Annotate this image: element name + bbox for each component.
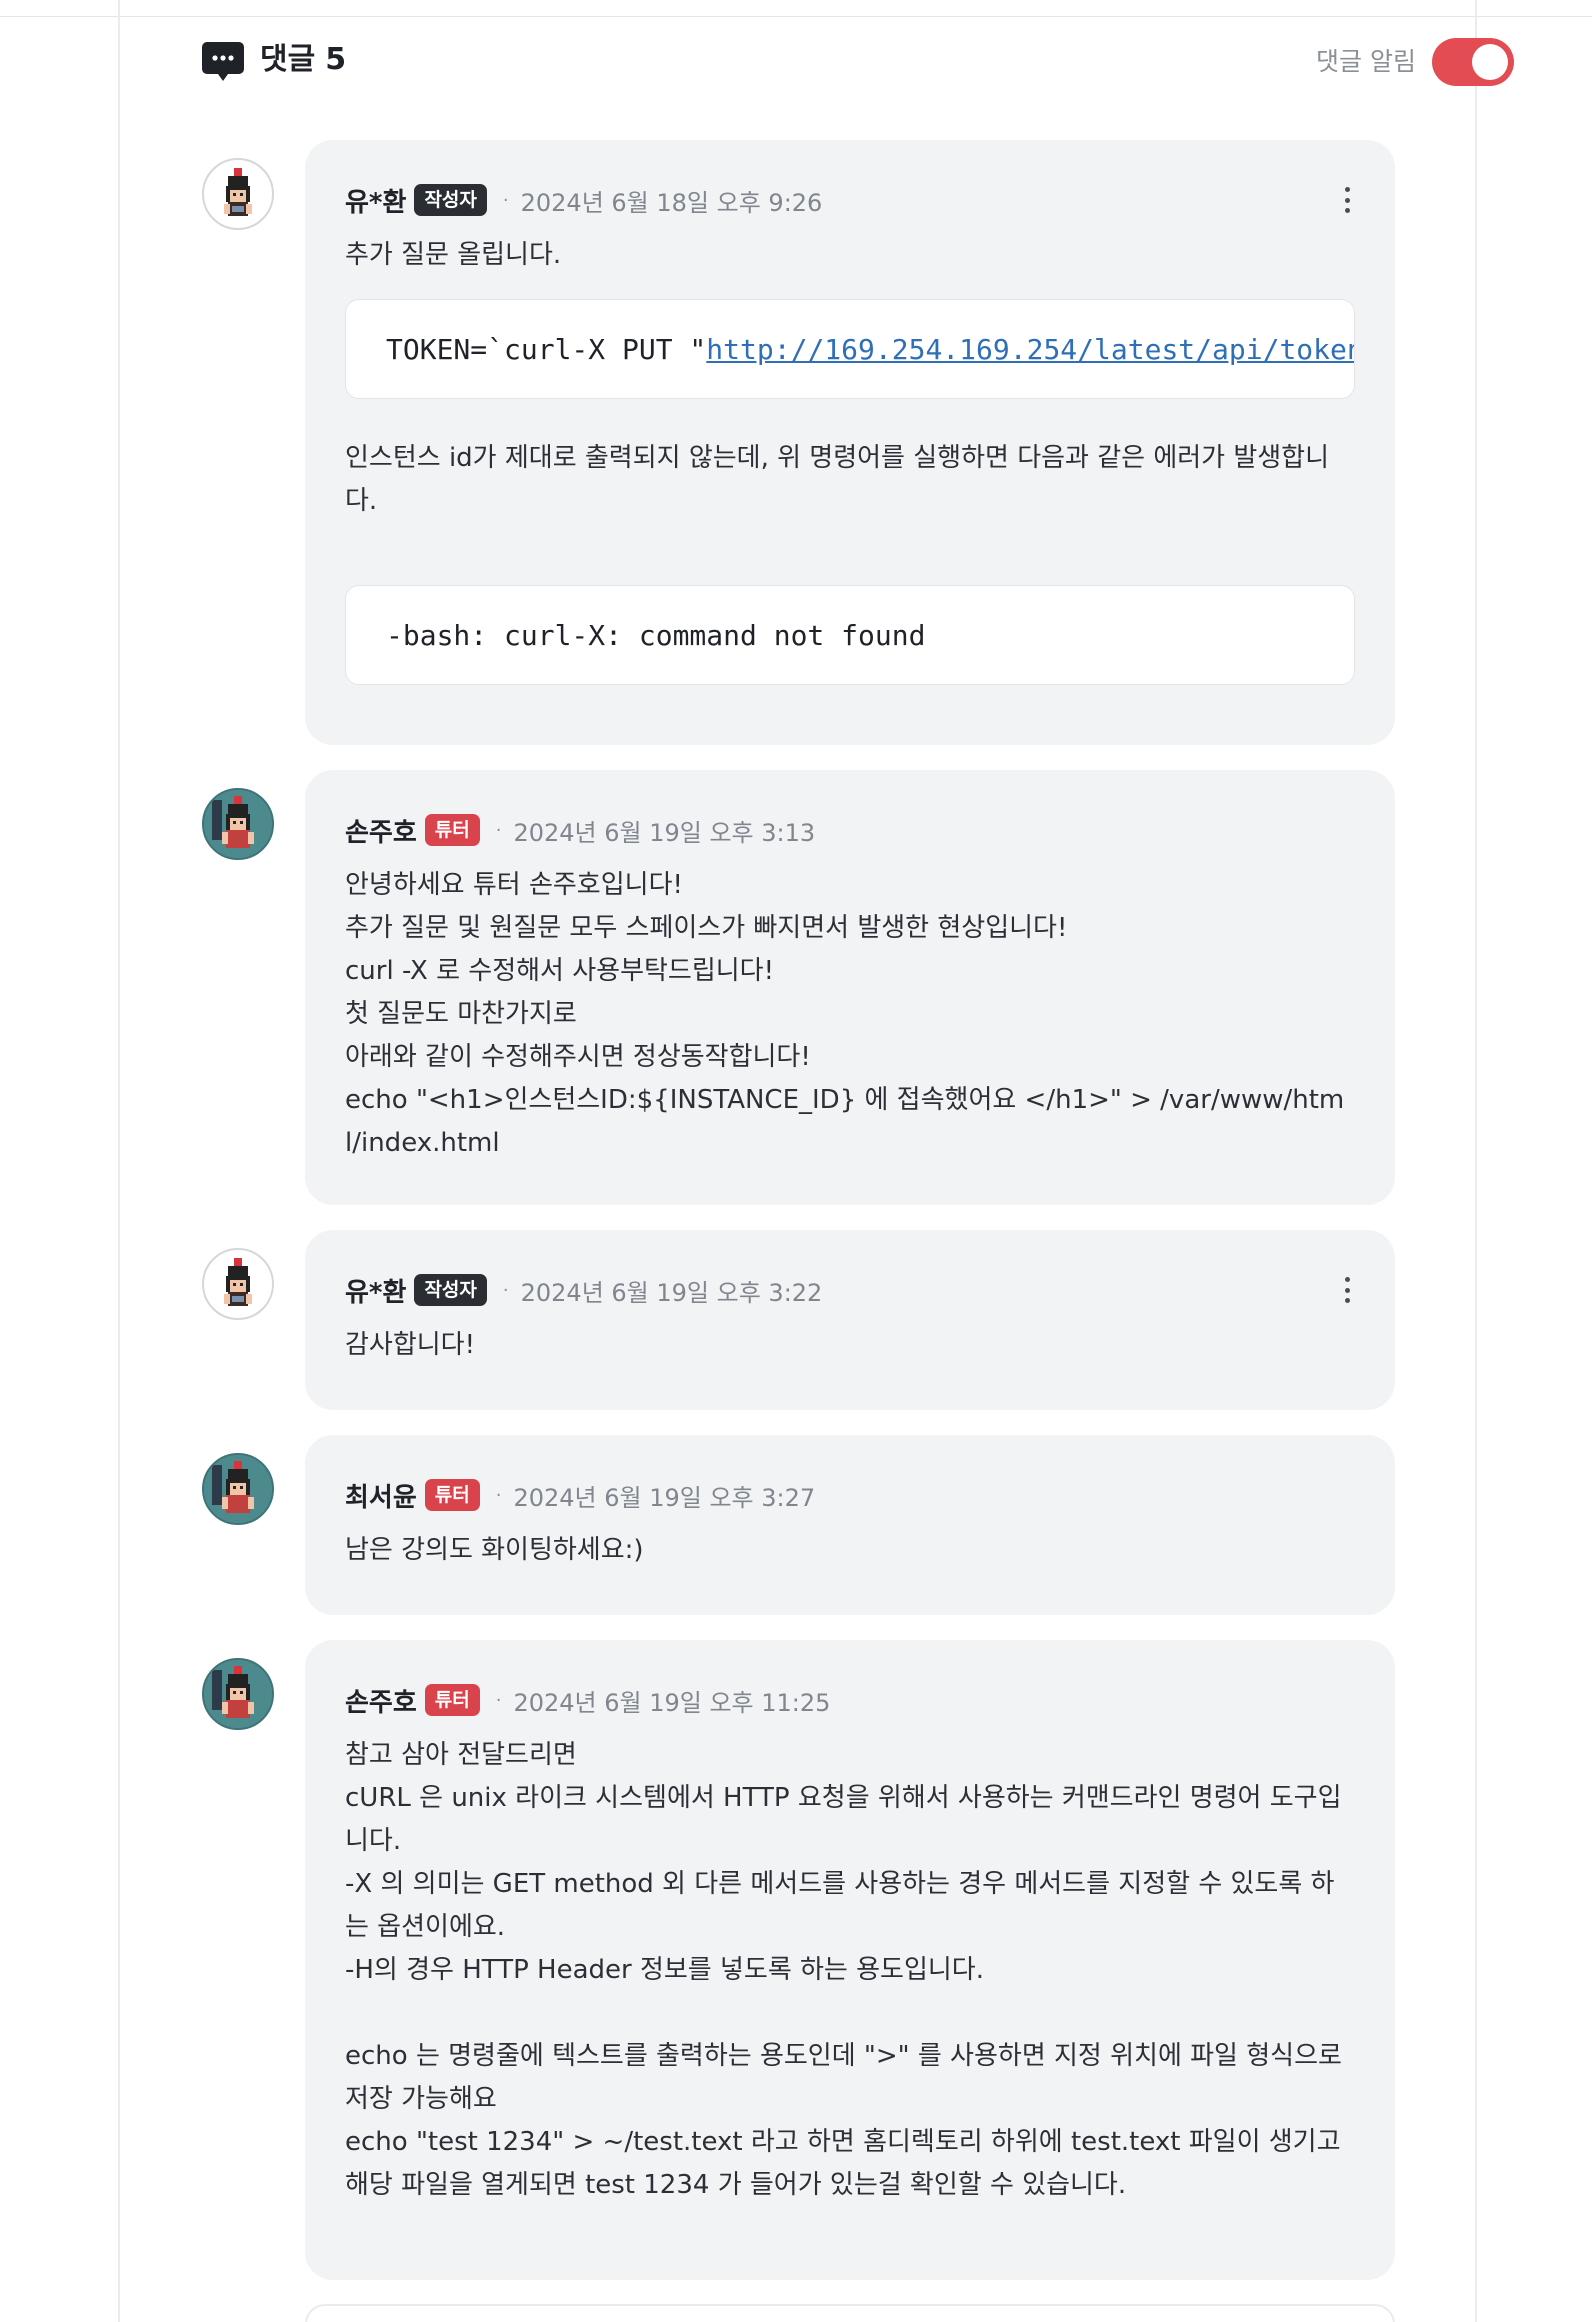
- comments-title-label: 댓글: [260, 42, 316, 77]
- comment-meta: 최서윤 튜터 · 2024년 6월 19일 오후 3:27: [345, 1475, 1355, 1515]
- separator-dot: ·: [502, 1279, 509, 1301]
- avatar[interactable]: [202, 1453, 274, 1525]
- comment-bubble: 최서윤 튜터 · 2024년 6월 19일 오후 3:27 남은 강의도 화이팅…: [305, 1435, 1395, 1615]
- comment-text: 안녕하세요 튜터 손주호입니다! 추가 질문 및 원질문 모두 스페이스가 빠지…: [345, 870, 1345, 1158]
- tutor-badge: 튜터: [424, 1684, 480, 1716]
- notify-label: 댓글 알림: [1316, 47, 1416, 76]
- more-options-icon[interactable]: [1339, 184, 1355, 216]
- comment-author[interactable]: 유*환: [345, 1272, 406, 1309]
- comment-date: 2024년 6월 19일 오후 3:27: [513, 1483, 816, 1512]
- code-text: -bash: curl-X: command not found: [386, 618, 926, 652]
- next-comment-card: [305, 2304, 1395, 2322]
- comment-meta: 손주호 튜터 · 2024년 6월 19일 오후 11:25: [345, 1680, 1355, 1720]
- code-text: TOKEN=`curl-X PUT ": [386, 332, 707, 366]
- separator-dot: ·: [495, 819, 502, 841]
- comment-bubble: 유*환 작성자 · 2024년 6월 18일 오후 9:26 추가 질문 올립니…: [305, 140, 1395, 745]
- avatar[interactable]: [202, 1658, 274, 1730]
- more-options-icon[interactable]: [1339, 1274, 1355, 1306]
- notify-toggle[interactable]: [1432, 38, 1514, 86]
- author-badge: 작성자: [414, 184, 487, 216]
- separator-dot: ·: [495, 1484, 502, 1506]
- comment-author[interactable]: 최서윤: [345, 1477, 417, 1514]
- comment-bubble: 유*환 작성자 · 2024년 6월 19일 오후 3:22 감사합니다!: [305, 1230, 1395, 1410]
- comment-text: 남은 강의도 화이팅하세요:): [345, 1535, 644, 1565]
- avatar[interactable]: [202, 1248, 274, 1320]
- comment-text: 추가 질문 올립니다.: [345, 240, 562, 270]
- comment-author[interactable]: 손주호: [345, 1682, 417, 1719]
- comment-text: 감사합니다!: [345, 1330, 476, 1360]
- comment-text: 인스턴스 id가 제대로 출력되지 않는데, 위 명령어를 실행하면 다음과 같…: [345, 443, 1330, 516]
- code-block: TOKEN=`curl-X PUT " http://169.254.169.25…: [345, 299, 1355, 399]
- comments-header: 댓글 5 댓글 알림: [202, 38, 1514, 86]
- comments-panel: 댓글 5 댓글 알림 유*환 작성자 · 2024년 6월 18일 오후 9:2…: [118, 0, 1514, 2322]
- avatar[interactable]: [202, 788, 274, 860]
- separator-dot: ·: [495, 1689, 502, 1711]
- tutor-badge: 튜터: [424, 1479, 480, 1511]
- comments-count: 5: [325, 42, 347, 77]
- tutor-badge: 튜터: [424, 814, 480, 846]
- code-block: -bash: curl-X: command not found: [345, 585, 1355, 685]
- comment-bubble: 손주호 튜터 · 2024년 6월 19일 오후 3:13 안녕하세요 튜터 손…: [305, 770, 1395, 1205]
- author-badge: 작성자: [414, 1274, 487, 1306]
- separator-dot: ·: [502, 189, 509, 211]
- comment-author[interactable]: 유*환: [345, 182, 406, 219]
- comment-date: 2024년 6월 19일 오후 3:13: [513, 818, 816, 847]
- comment-text: 참고 삼아 전달드리면 cURL 은 unix 라이크 시스템에서 HTTP 요…: [345, 1740, 1342, 2200]
- avatar[interactable]: [202, 158, 274, 230]
- comments-title: 댓글 5: [260, 40, 346, 80]
- comment-date: 2024년 6월 18일 오후 9:26: [520, 188, 823, 217]
- comment-date: 2024년 6월 19일 오후 3:22: [520, 1278, 823, 1307]
- code-link[interactable]: http://169.254.169.254/latest/api/token: [706, 333, 1354, 366]
- comment-meta: 유*환 작성자 · 2024년 6월 19일 오후 3:22: [345, 1270, 1355, 1310]
- comment-bubble: 손주호 튜터 · 2024년 6월 19일 오후 11:25 참고 삼아 전달드…: [305, 1640, 1395, 2280]
- comment-meta: 손주호 튜터 · 2024년 6월 19일 오후 3:13: [345, 810, 1355, 850]
- comment-author[interactable]: 손주호: [345, 812, 417, 849]
- toggle-knob: [1472, 44, 1508, 80]
- comment-meta: 유*환 작성자 · 2024년 6월 18일 오후 9:26: [345, 180, 1355, 220]
- comment-date: 2024년 6월 19일 오후 11:25: [513, 1688, 831, 1717]
- comment-bubble-icon: [202, 42, 244, 82]
